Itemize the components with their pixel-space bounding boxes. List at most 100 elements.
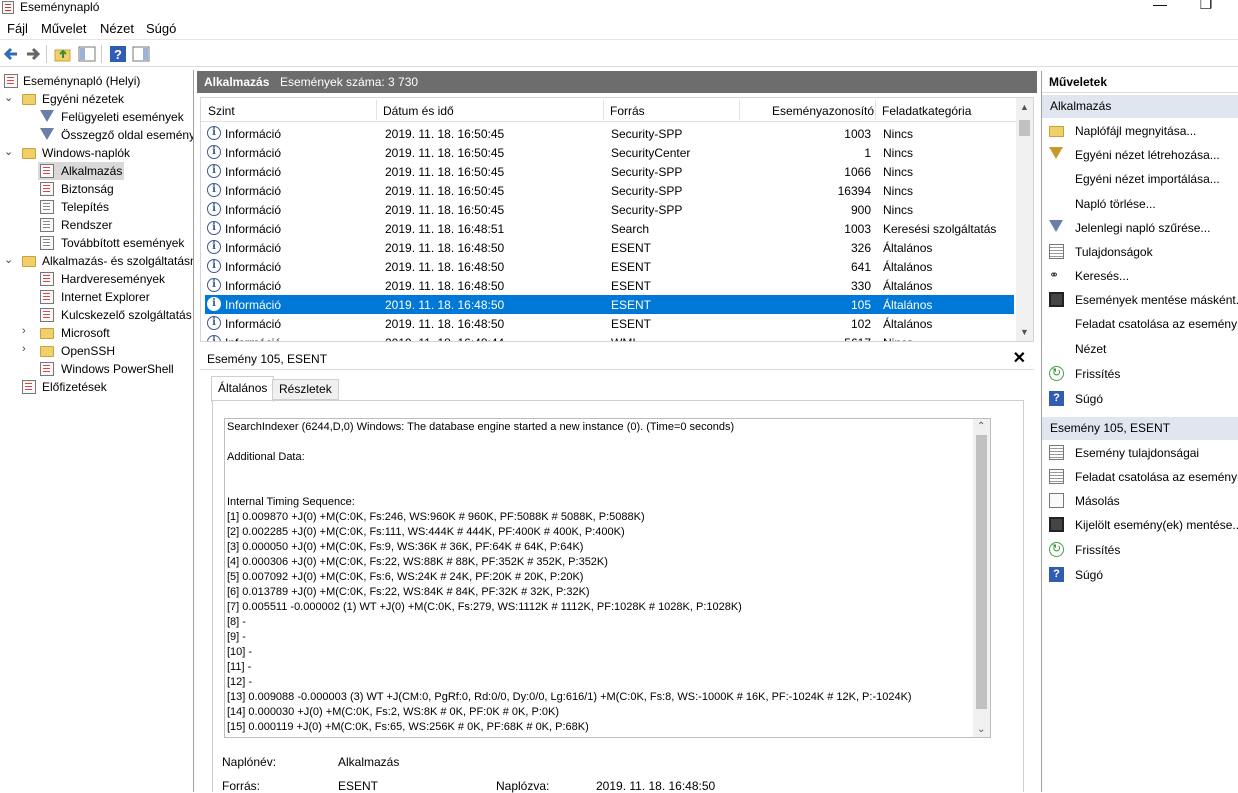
- tree-item-root[interactable]: Eseménynapló (Helyi): [4, 72, 192, 90]
- menu-action[interactable]: Művelet: [41, 21, 87, 36]
- action-save-selected-events[interactable]: Kijelölt esemény(ek) mentése...: [1042, 513, 1238, 537]
- table-row[interactable]: i Információ 2019. 11. 18. 16:48:50 ESENT 10…: [205, 295, 1014, 314]
- tree-item-openssh[interactable]: › OpenSSH: [22, 342, 192, 360]
- table-row[interactable]: i Információ 2019. 11. 18. 16:50:45 Securit…: [205, 162, 1014, 181]
- action-copy[interactable]: Másolás: [1042, 489, 1238, 513]
- table-row[interactable]: i Információ 2019. 11. 18. 16:50:45 Securit…: [205, 124, 1014, 143]
- chevron-down-icon[interactable]: ⌄: [4, 91, 14, 104]
- cell-task-category: Nincs: [883, 336, 913, 341]
- action-open-log-file[interactable]: Naplófájl megnyitása...: [1042, 119, 1238, 143]
- show-action-pane-icon[interactable]: [132, 45, 150, 63]
- menu-bar: Fájl Művelet Nézet Súgó: [0, 18, 1238, 40]
- cell-source: ESENT: [611, 298, 652, 312]
- information-icon: i: [207, 297, 221, 311]
- show-hide-console-tree-icon[interactable]: [78, 45, 96, 63]
- scroll-down-icon[interactable]: ⌄: [977, 724, 985, 735]
- cell-date: 2019. 11. 18. 16:48:50: [385, 260, 505, 274]
- chevron-right-icon[interactable]: ›: [22, 343, 32, 355]
- cell-date: 2019. 11. 18. 16:48:50: [385, 298, 505, 312]
- action-properties[interactable]: Tulajdonságok: [1042, 240, 1238, 264]
- column-header-source[interactable]: Forrás: [610, 104, 645, 118]
- folder-icon: [22, 256, 36, 267]
- scroll-up-icon[interactable]: ⌃: [977, 421, 985, 432]
- action-help-event[interactable]: ? Súgó: [1042, 563, 1238, 587]
- action-import-custom-view[interactable]: Egyéni nézet importálása...: [1042, 167, 1238, 191]
- table-row[interactable]: i Információ 2019. 11. 18. 16:48:50 ESENT 32…: [205, 238, 1014, 257]
- scrollbar-thumb[interactable]: [1019, 120, 1030, 136]
- help-icon[interactable]: ?: [109, 45, 127, 63]
- action-refresh-event[interactable]: ↻ Frissítés: [1042, 538, 1238, 562]
- close-icon[interactable]: ✕: [1013, 348, 1026, 368]
- column-header-date[interactable]: Dátum és idő: [383, 104, 454, 118]
- action-attach-task-to-event[interactable]: Feladat csatolása az eseményhez...: [1042, 465, 1238, 489]
- save-icon: [1049, 292, 1064, 307]
- table-row[interactable]: i Információ 2019. 11. 18. 16:48:50 ESENT 64…: [205, 257, 1014, 276]
- menu-help[interactable]: Súgó: [146, 21, 176, 36]
- table-row[interactable]: i Információ 2019. 11. 18. 16:48:50 ESENT 33…: [205, 276, 1014, 295]
- column-header-level[interactable]: Szint: [208, 104, 235, 118]
- chevron-right-icon[interactable]: ›: [22, 325, 32, 337]
- event-list-scrollbar[interactable]: ▲ ▼: [1016, 98, 1033, 341]
- tree-item-custom-views[interactable]: ⌄ Egyéni nézetek: [4, 90, 192, 108]
- menu-file[interactable]: Fájl: [7, 21, 28, 36]
- action-attach-task-to-log[interactable]: Feladat csatolása az eseménynaplóhoz...: [1042, 312, 1238, 336]
- tree-item-powershell[interactable]: Windows PowerShell: [40, 360, 192, 378]
- action-find[interactable]: ⚭ Keresés...: [1042, 264, 1238, 288]
- action-save-all-events-as[interactable]: Események mentése másként...: [1042, 288, 1238, 312]
- action-filter-current-log[interactable]: Jelenlegi napló szűrése...: [1042, 216, 1238, 240]
- table-row[interactable]: i Információ 2019. 11. 18. 16:48:44 WMI 5617…: [205, 333, 1014, 341]
- subscriptions-icon: [22, 380, 36, 394]
- cell-source: Search: [611, 222, 650, 236]
- actions-pane: Műveletek Alkalmazás Naplófájl megnyitás…: [1041, 71, 1238, 792]
- cell-task-category: Általános: [883, 241, 933, 255]
- action-help[interactable]: ? Súgó: [1042, 387, 1238, 411]
- column-header-task-category[interactable]: Feladatkategória: [882, 104, 971, 118]
- forward-arrow-icon[interactable]: [24, 45, 42, 63]
- tab-details[interactable]: Részletek: [272, 379, 339, 400]
- pane-splitter[interactable]: [197, 343, 1037, 347]
- actions-section-application[interactable]: Alkalmazás: [1042, 95, 1238, 118]
- table-row[interactable]: i Információ 2019. 11. 18. 16:50:45 Securit…: [205, 181, 1014, 200]
- back-arrow-icon[interactable]: [2, 45, 20, 63]
- minimize-button[interactable]: —: [1150, 0, 1170, 12]
- menu-view[interactable]: Nézet: [100, 21, 134, 36]
- tree-item-summary[interactable]: Összegző oldal eseménye: [40, 126, 193, 144]
- message-line: [4] 0.000306 +J(0) +M(C:0K, Fs:22, WS:88…: [227, 556, 608, 568]
- tree-item-app-services[interactable]: ⌄ Alkalmazás- és szolgáltatásn: [4, 252, 193, 270]
- tree-item-admin-events[interactable]: Felügyeleti események: [40, 108, 192, 126]
- action-event-properties[interactable]: Esemény tulajdonságai: [1042, 441, 1238, 465]
- table-row[interactable]: i Információ 2019. 11. 18. 16:50:45 Securit…: [205, 143, 1014, 162]
- tree-item-security[interactable]: Biztonság: [40, 180, 192, 198]
- tree-item-hardware[interactable]: Hardveresemények: [40, 270, 192, 288]
- tree-item-application[interactable]: Alkalmazás: [38, 162, 124, 180]
- maximize-button[interactable]: ❐: [1196, 0, 1216, 13]
- action-create-custom-view[interactable]: Egyéni nézet létrehozása...: [1042, 143, 1238, 167]
- table-row[interactable]: i Információ 2019. 11. 18. 16:48:50 ESENT 10…: [205, 314, 1014, 333]
- action-refresh[interactable]: ↻ Frissítés: [1042, 362, 1238, 386]
- tree-item-system[interactable]: Rendszer: [40, 216, 192, 234]
- tree-item-internet-explorer[interactable]: Internet Explorer: [40, 288, 192, 306]
- cell-date: 2019. 11. 18. 16:50:45: [385, 146, 505, 160]
- tree-item-windows-logs[interactable]: ⌄ Windows-naplók: [4, 144, 192, 162]
- scroll-down-icon[interactable]: ▼: [1016, 327, 1033, 337]
- action-view[interactable]: Nézet: [1042, 337, 1238, 361]
- cell-level: Információ: [225, 317, 282, 331]
- tree-item-key-management[interactable]: Kulcskezelő szolgáltatás: [40, 306, 192, 324]
- tree-item-forwarded[interactable]: Továbbított események: [40, 234, 192, 252]
- tab-general[interactable]: Általános: [211, 376, 275, 402]
- table-row[interactable]: i Információ 2019. 11. 18. 16:50:45 Securit…: [205, 200, 1014, 219]
- column-header-event-id[interactable]: Eseményazonosító: [772, 104, 874, 118]
- action-clear-log[interactable]: Napló törlése...: [1042, 192, 1238, 216]
- tree-item-microsoft[interactable]: › Microsoft: [22, 324, 192, 342]
- event-message-textbox[interactable]: SearchIndexer (6244,D,0) Windows: The da…: [224, 418, 991, 738]
- tree-item-subscriptions[interactable]: Előfizetések: [20, 378, 192, 396]
- tree-item-setup[interactable]: Telepítés: [40, 198, 192, 216]
- chevron-down-icon[interactable]: ⌄: [4, 253, 14, 266]
- table-row[interactable]: i Információ 2019. 11. 18. 16:48:51 Search 1…: [205, 219, 1014, 238]
- scroll-up-icon[interactable]: ▲: [1016, 102, 1033, 112]
- scrollbar-thumb[interactable]: [976, 435, 987, 709]
- actions-section-event[interactable]: Esemény 105, ESENT: [1042, 417, 1238, 440]
- chevron-down-icon[interactable]: ⌄: [4, 145, 14, 158]
- message-scrollbar[interactable]: ⌃ ⌄: [973, 419, 990, 737]
- up-folder-icon[interactable]: [54, 45, 72, 63]
